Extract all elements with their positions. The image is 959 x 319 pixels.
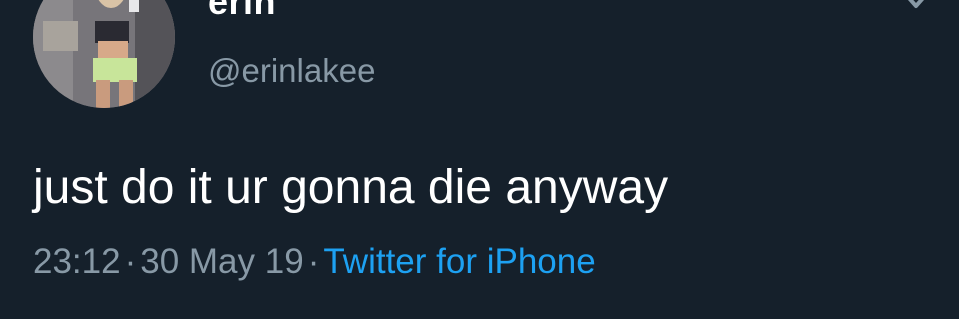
- author-display-name[interactable]: erin: [208, 0, 276, 22]
- tweet-source-link[interactable]: Twitter for iPhone: [323, 242, 595, 281]
- tweet-card: erin @erinlakee just do it ur gonna die …: [0, 0, 959, 319]
- chevron-down-icon[interactable]: [894, 0, 938, 16]
- tweet-time[interactable]: 23:12: [33, 242, 121, 281]
- avatar[interactable]: [33, 0, 175, 108]
- tweet-meta: 23:12 · 30 May 19 · Twitter for iPhone: [33, 240, 596, 284]
- meta-separator: ·: [124, 242, 137, 281]
- meta-separator: ·: [307, 242, 320, 281]
- tweet-text: just do it ur gonna die anyway: [33, 161, 669, 214]
- profile-photo-icon: [33, 0, 175, 108]
- tweet-date[interactable]: 30 May 19: [140, 242, 303, 281]
- author-handle[interactable]: @erinlakee: [208, 51, 375, 91]
